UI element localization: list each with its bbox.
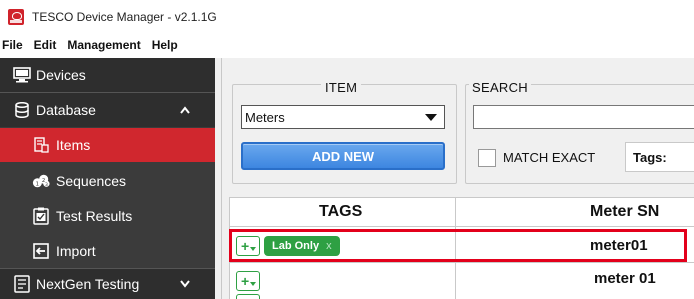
sidebar-item-label: Import xyxy=(56,243,96,259)
sidebar-item-label: Database xyxy=(36,102,96,118)
add-tag-button[interactable]: + xyxy=(236,271,260,291)
tags-label: Tags: xyxy=(633,150,667,165)
sidebar-item-devices[interactable]: Devices xyxy=(0,58,215,92)
sidebar-item-label: Test Results xyxy=(56,208,133,224)
meter-sn-cell: meter 01 xyxy=(594,270,656,287)
import-icon xyxy=(32,242,50,260)
divider xyxy=(221,58,222,299)
search-group-label: SEARCH xyxy=(469,80,531,95)
menu-help[interactable]: Help xyxy=(152,38,178,52)
chevron-up-icon[interactable] xyxy=(180,103,190,117)
window-title: TESCO Device Manager - v2.1.1G xyxy=(32,10,217,24)
add-new-button[interactable]: ADD NEW xyxy=(241,142,445,170)
sidebar-item-import[interactable]: Import xyxy=(0,234,215,268)
column-header-meter-sn[interactable]: Meter SN xyxy=(590,198,659,226)
title-bar: TESCO Device Manager - v2.1.1G xyxy=(0,0,694,34)
item-type-select[interactable]: Meters xyxy=(241,105,445,129)
test-results-icon xyxy=(32,207,50,225)
sequences-icon: 123 xyxy=(32,172,50,190)
sidebar-item-nextgen-testing[interactable]: NextGen Testing xyxy=(0,269,215,299)
sidebar-item-label: Items xyxy=(56,137,91,153)
sidebar-item-items[interactable]: Items xyxy=(0,128,215,162)
divider xyxy=(229,226,694,227)
dropdown-arrow-icon xyxy=(250,282,256,286)
plus-icon: + xyxy=(241,273,250,289)
svg-text:3: 3 xyxy=(45,182,48,188)
menu-management[interactable]: Management xyxy=(67,38,140,52)
select-value: Meters xyxy=(245,109,285,125)
sidebar-item-sequences[interactable]: 123 Sequences xyxy=(0,164,215,198)
sidebar-item-label: Sequences xyxy=(56,173,127,189)
items-icon xyxy=(32,136,50,154)
menu-edit[interactable]: Edit xyxy=(34,38,57,52)
search-input[interactable] xyxy=(473,105,694,129)
match-exact-label: MATCH EXACT xyxy=(503,150,596,165)
menu-file[interactable]: File xyxy=(2,38,23,52)
sidebar: Devices Database Items 123 Sequences Tes… xyxy=(0,58,215,299)
match-exact-checkbox[interactable] xyxy=(478,149,496,167)
sidebar-item-test-results[interactable]: Test Results xyxy=(0,199,215,233)
nextgen-icon xyxy=(13,275,31,293)
item-group-label: ITEM xyxy=(321,80,362,95)
database-icon xyxy=(13,101,31,119)
divider xyxy=(229,262,694,263)
highlight-box xyxy=(229,229,687,262)
sidebar-item-database[interactable]: Database xyxy=(0,93,215,127)
sidebar-item-label: Devices xyxy=(36,67,86,83)
dropdown-arrow-icon xyxy=(425,114,437,121)
monitor-icon xyxy=(13,66,31,84)
chevron-down-icon[interactable] xyxy=(180,277,190,291)
add-tag-button[interactable] xyxy=(236,294,260,299)
column-header-tags[interactable]: TAGS xyxy=(319,198,362,226)
tesco-app-icon xyxy=(8,9,24,25)
svg-text:1: 1 xyxy=(36,182,39,188)
sidebar-item-label: NextGen Testing xyxy=(36,276,140,292)
menu-bar: File Edit Management Help xyxy=(0,34,694,56)
